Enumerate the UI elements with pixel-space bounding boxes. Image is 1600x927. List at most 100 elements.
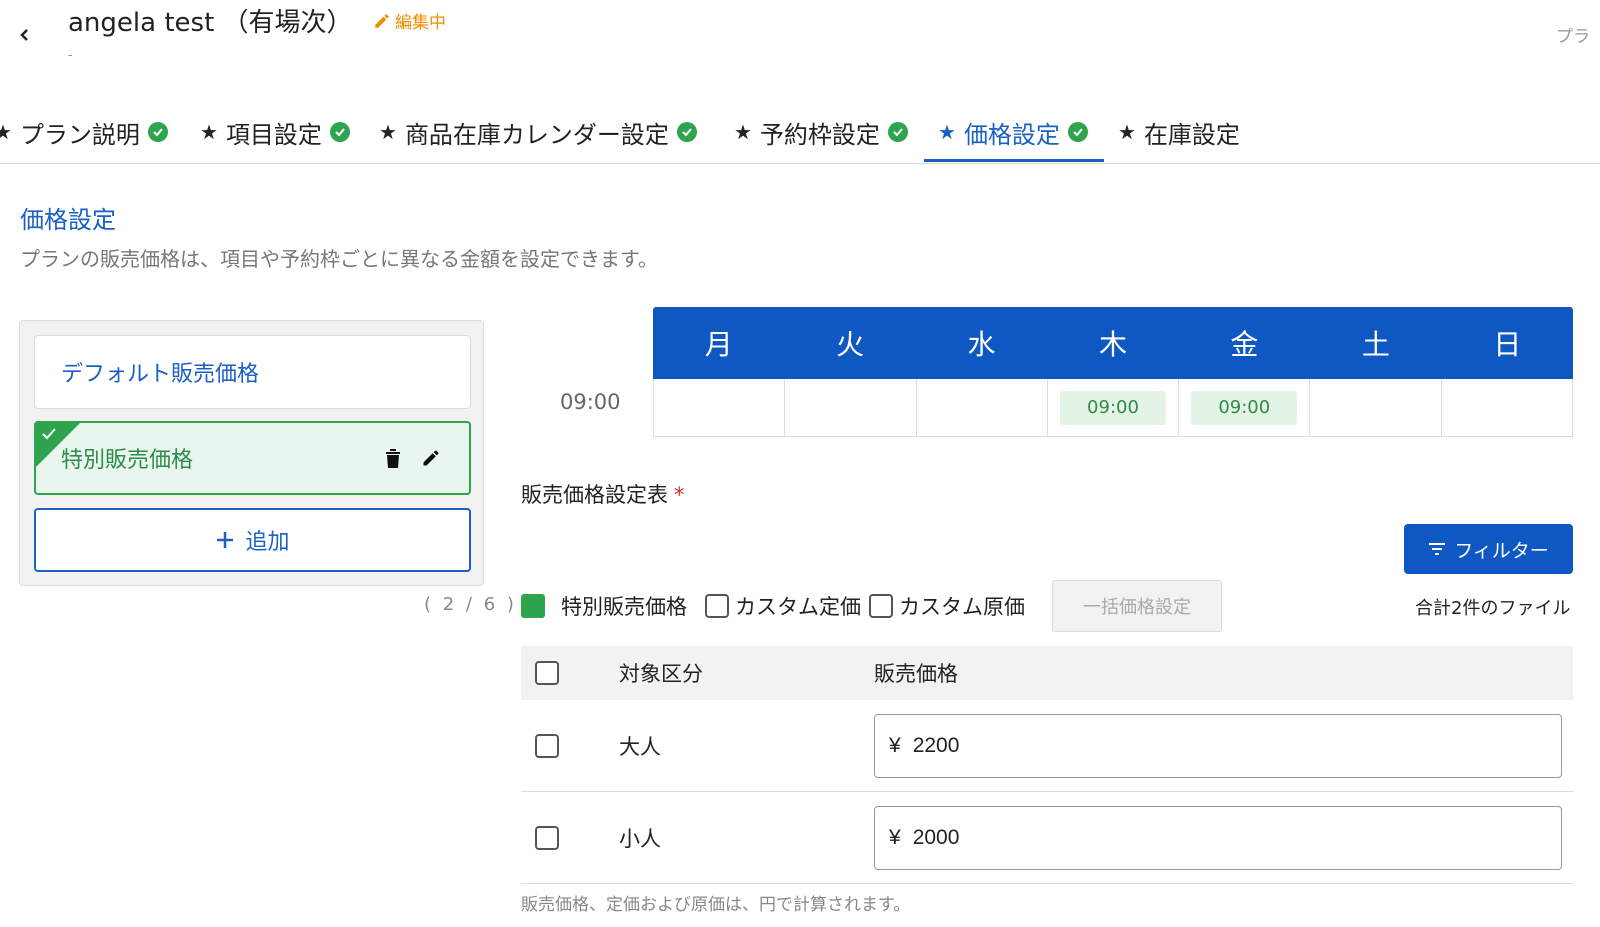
price-card-label: デフォルト販売価格 xyxy=(61,362,260,387)
currency-footnote: 販売価格、定価および原価は、円で計算されます。 xyxy=(521,895,911,915)
tab-label: 商品在庫カレンダー設定 xyxy=(404,120,669,149)
tab-label: 予約枠設定 xyxy=(759,120,880,149)
day-thursday: 木 xyxy=(1098,328,1127,361)
check-circle-icon xyxy=(676,122,697,142)
check-circle-icon xyxy=(887,122,908,142)
section-title: 価格設定 xyxy=(20,206,116,234)
table-header: 対象区分 販売価格 xyxy=(521,646,1573,700)
active-tab-indicator xyxy=(924,159,1104,162)
day-saturday: 土 xyxy=(1361,328,1390,361)
page-subtitle: - xyxy=(68,48,73,62)
star-icon: ★ xyxy=(938,120,956,144)
table-row: 小人 ¥ 2000 xyxy=(521,792,1573,884)
price-value: 2000 xyxy=(912,825,960,849)
top-right-label: プラ xyxy=(1556,27,1590,47)
price-table-title: 販売価格設定表 * xyxy=(521,479,685,509)
calendar-cell: 09:00 xyxy=(1048,379,1180,436)
tab-stock-settings[interactable]: ★ 在庫設定 xyxy=(1118,100,1240,164)
price-input[interactable]: ¥ 2200 xyxy=(874,713,1562,778)
calendar-cell[interactable] xyxy=(1442,379,1572,436)
add-label: 追加 xyxy=(245,530,290,555)
legend-label: 特別販売価格 xyxy=(561,595,687,619)
section-description: プランの販売価格は、項目や予約枠ごとに異なる金額を設定できます。 xyxy=(20,247,658,271)
header-price: 販売価格 xyxy=(874,662,958,686)
price-list-panel: デフォルト販売価格 特別販売価格 追加 xyxy=(19,320,484,586)
time-slot[interactable]: 09:00 xyxy=(1059,390,1166,425)
trash-icon[interactable] xyxy=(383,447,403,469)
tab-label: 在庫設定 xyxy=(1143,120,1240,149)
tab-item-settings[interactable]: ★ 項目設定 xyxy=(200,100,350,164)
star-icon: ★ xyxy=(0,120,12,144)
weekly-calendar: 月 火 水 木 金 土 日 09:00 09:00 xyxy=(653,307,1573,437)
tab-booking-slots[interactable]: ★ 予約枠設定 xyxy=(734,100,908,164)
check-circle-icon xyxy=(147,122,168,142)
filter-button[interactable]: フィルター xyxy=(1404,524,1573,574)
day-sunday: 日 xyxy=(1493,328,1522,361)
add-price-button[interactable]: 追加 xyxy=(34,508,471,572)
total-count: 合計2件のファイル xyxy=(1415,598,1571,619)
edit-status: 編集中 xyxy=(373,8,446,33)
tab-price-settings[interactable]: ★ 価格設定 xyxy=(938,100,1088,164)
plus-icon xyxy=(217,532,234,548)
select-all-checkbox[interactable] xyxy=(535,661,559,685)
tab-plan-description[interactable]: ★ プラン説明 xyxy=(0,100,168,164)
tab-label: 価格設定 xyxy=(963,120,1060,149)
custom-list-price-checkbox[interactable] xyxy=(705,594,729,618)
legend-swatch xyxy=(521,594,545,618)
row-checkbox[interactable] xyxy=(535,825,559,850)
calendar-time-label: 09:00 xyxy=(560,390,621,414)
edit-status-label: 編集中 xyxy=(395,13,446,33)
step-tabs: ★ プラン説明 ★ 項目設定 ★ 商品在庫カレンダー設定 ★ 予約枠設定 ★ 価… xyxy=(0,100,1600,164)
calendar-cell[interactable] xyxy=(654,379,786,436)
calendar-cell: 09:00 xyxy=(1179,379,1311,436)
day-wednesday: 水 xyxy=(967,328,996,361)
custom-cost-checkbox[interactable] xyxy=(869,594,893,618)
star-icon: ★ xyxy=(734,120,752,144)
edit-icon[interactable] xyxy=(421,447,441,469)
check-circle-icon xyxy=(1067,122,1088,142)
default-price-card[interactable]: デフォルト販売価格 xyxy=(34,335,471,409)
chevron-left-icon xyxy=(20,29,28,41)
filter-label: フィルター xyxy=(1454,539,1549,562)
calendar-cell[interactable] xyxy=(1310,379,1442,436)
header-target: 対象区分 xyxy=(619,662,703,686)
calendar-cell[interactable] xyxy=(917,379,1048,436)
time-slot[interactable]: 09:00 xyxy=(1191,390,1298,425)
back-button[interactable] xyxy=(14,22,36,48)
day-friday: 金 xyxy=(1230,328,1259,361)
calendar-cell[interactable] xyxy=(785,379,917,436)
row-target: 大人 xyxy=(619,734,661,759)
price-table: 対象区分 販売価格 大人 ¥ 2200 小人 ¥ 2000 xyxy=(521,646,1573,884)
check-circle-icon xyxy=(329,122,350,142)
custom-list-price-label: カスタム定価 xyxy=(735,595,861,619)
price-options-row: 特別販売価格 カスタム定価 カスタム原価 xyxy=(521,580,1033,632)
price-card-label: 特別販売価格 xyxy=(61,448,194,473)
pencil-icon xyxy=(375,13,389,28)
calendar-header: 月 火 水 木 金 土 日 xyxy=(653,307,1573,379)
star-icon: ★ xyxy=(379,120,397,144)
tab-label: プラン説明 xyxy=(19,120,140,149)
currency-symbol: ¥ xyxy=(889,733,901,757)
day-tuesday: 火 xyxy=(836,328,865,361)
day-monday: 月 xyxy=(704,328,733,361)
row-target: 小人 xyxy=(619,826,661,851)
currency-symbol: ¥ xyxy=(889,825,901,849)
special-price-card[interactable]: 特別販売価格 xyxy=(34,421,471,495)
price-input[interactable]: ¥ 2000 xyxy=(874,805,1562,870)
bulk-price-button[interactable]: 一括価格設定 xyxy=(1052,580,1222,632)
star-icon: ★ xyxy=(1118,120,1136,144)
custom-cost-label: カスタム原価 xyxy=(899,595,1025,619)
tab-inventory-calendar[interactable]: ★ 商品在庫カレンダー設定 xyxy=(379,100,697,164)
page-title: angela test （有場次） xyxy=(68,8,353,38)
star-icon: ★ xyxy=(200,120,218,144)
table-row: 大人 ¥ 2200 xyxy=(521,700,1573,792)
row-checkbox[interactable] xyxy=(535,733,559,758)
price-count: ( 2 / 6 ) xyxy=(424,594,517,615)
check-icon xyxy=(42,428,56,440)
calendar-row: 09:00 09:00 xyxy=(653,379,1573,437)
price-value: 2200 xyxy=(912,733,960,757)
tab-label: 項目設定 xyxy=(225,120,322,149)
filter-icon xyxy=(1429,543,1446,555)
price-table-title-text: 販売価格設定表 xyxy=(521,483,668,507)
required-mark: * xyxy=(674,483,685,507)
